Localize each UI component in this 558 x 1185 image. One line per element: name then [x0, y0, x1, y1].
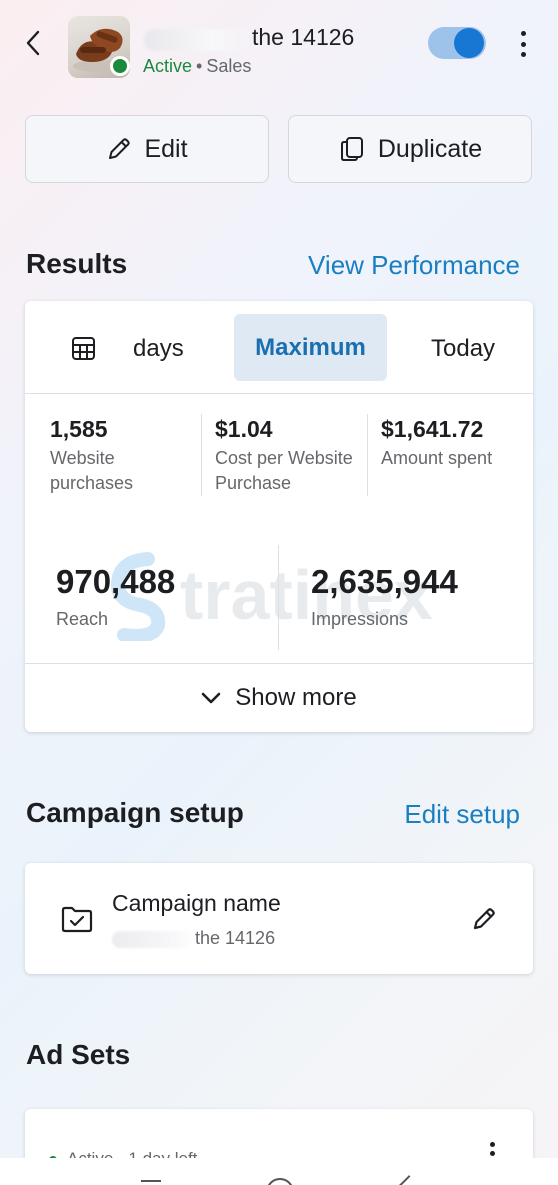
period-today[interactable]: Today: [431, 335, 495, 363]
campaign-name-value: the 14126: [195, 928, 276, 948]
pencil-icon[interactable]: [471, 906, 497, 932]
metric-value: 2,635,944: [311, 563, 458, 600]
duplicate-button[interactable]: Duplicate: [288, 115, 532, 183]
metric-amount-spent: $1,641.72 Amount spent: [381, 416, 531, 471]
pencil-icon: [109, 138, 131, 159]
metric-website-purchases: 1,585 Website purchases: [50, 416, 200, 496]
folder-check-icon: [61, 906, 93, 933]
more-options-button[interactable]: [512, 28, 534, 60]
metric-cost-per-purchase: $1.04 Cost per Website Purchase: [215, 416, 375, 496]
campaign-setup-heading: Campaign setup: [26, 797, 244, 828]
campaign-name-card[interactable]: Campaign name the 14126: [25, 863, 533, 974]
redacted-name-part: [112, 931, 196, 948]
toggle-knob: [454, 28, 484, 58]
back-icon[interactable]: [399, 1175, 419, 1185]
back-button[interactable]: [20, 28, 46, 58]
metric-label: Reach: [56, 609, 109, 629]
campaign-name-label: Campaign name: [112, 890, 281, 916]
home-icon[interactable]: [266, 1178, 294, 1185]
edit-button[interactable]: Edit: [25, 115, 269, 183]
objective-text: Sales: [206, 56, 252, 76]
view-performance-link[interactable]: View Performance: [308, 250, 520, 281]
campaign-status-line: Active • Sales: [143, 56, 251, 77]
metric-value: $1.04: [215, 416, 273, 442]
campaign-header: the 14126 Active • Sales: [0, 0, 558, 96]
divider: [367, 414, 368, 496]
table-icon[interactable]: [71, 336, 96, 361]
metric-value: 970,488: [56, 563, 176, 600]
period-selector: days Maximum Today: [25, 301, 533, 394]
period-maximum[interactable]: Maximum: [234, 314, 387, 381]
metric-impressions: 2,635,944 Impressions: [311, 563, 458, 630]
show-more-button[interactable]: Show more: [25, 663, 533, 732]
metric-label: Cost per Website Purchase: [215, 448, 353, 493]
status-text: Active: [143, 56, 193, 76]
chevron-left-icon: [26, 30, 40, 56]
campaign-title: the 14126: [252, 24, 355, 50]
recent-apps-icon[interactable]: [141, 1180, 161, 1184]
campaign-toggle[interactable]: [428, 27, 486, 59]
duplicate-icon: [340, 137, 363, 161]
metric-value: 1,585: [50, 416, 108, 442]
duplicate-button-label: Duplicate: [377, 134, 483, 163]
system-navigation-bar: [0, 1158, 558, 1185]
divider: [201, 414, 202, 496]
metric-value: $1,641.72: [381, 416, 484, 442]
vertical-dots-icon: [490, 1142, 495, 1147]
campaign-thumbnail: [68, 16, 130, 78]
metric-label: Amount spent: [381, 448, 493, 468]
chevron-down-icon: [201, 692, 221, 704]
divider: [278, 545, 279, 650]
metric-reach: 970,488 Reach: [56, 563, 175, 630]
status-separator: •: [196, 56, 203, 76]
edit-button-label: Edit: [144, 134, 188, 163]
results-heading: Results: [26, 248, 128, 279]
ad-sets-heading: Ad Sets: [26, 1039, 131, 1070]
metric-label: Impressions: [311, 609, 409, 629]
redacted-title-part: [144, 29, 254, 51]
show-more-label: Show more: [235, 684, 357, 711]
active-status-dot: [110, 56, 130, 76]
vertical-dots-icon: [520, 31, 526, 36]
edit-setup-link[interactable]: Edit setup: [404, 799, 520, 830]
metric-label: Website purchases: [50, 448, 134, 493]
period-days[interactable]: days: [133, 335, 184, 363]
results-card: days Maximum Today 1,585 Website purchas…: [25, 301, 533, 732]
